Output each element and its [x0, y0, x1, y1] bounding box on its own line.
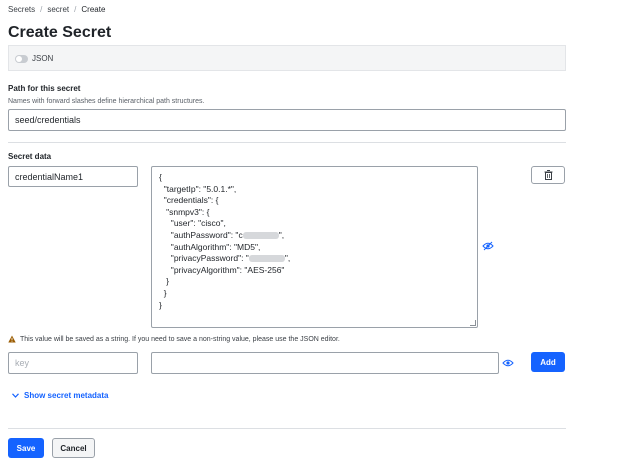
code-line: "targetIp": "5.0.1.*", — [159, 183, 237, 194]
warning-text: This value will be saved as a string. If… — [20, 335, 340, 343]
code-line: "privacyAlgorithm": "AES-256" — [159, 264, 285, 275]
json-toggle-label[interactable]: JSON — [32, 54, 53, 63]
code-line: } — [159, 276, 169, 287]
section-divider — [8, 142, 566, 143]
delete-row-button[interactable] — [531, 166, 565, 184]
code-line-suffix: ", — [284, 253, 291, 264]
secret-key-input[interactable]: credentialName1 — [8, 166, 138, 187]
warning-icon — [8, 335, 16, 343]
code-line-prefix: "authPassword": "c — [159, 229, 243, 240]
json-toggle[interactable] — [15, 55, 28, 63]
secret-data-label: Secret data — [8, 152, 52, 161]
breadcrumb-separator: / — [74, 5, 77, 14]
new-key-input[interactable]: key — [8, 352, 138, 374]
breadcrumb-current: Create — [81, 5, 106, 14]
textarea-resize-handle[interactable] — [470, 320, 476, 326]
footer-divider — [8, 428, 566, 429]
new-value-input[interactable] — [151, 352, 499, 374]
code-line: { — [159, 172, 162, 182]
code-line: "authPassword": "c ", — [159, 230, 477, 242]
page-title: Create Secret — [8, 24, 112, 41]
path-help-text: Names with forward slashes define hierar… — [8, 98, 205, 105]
code-line: "privacyPassword": " ", — [159, 253, 477, 265]
hide-value-icon[interactable] — [482, 241, 494, 251]
path-label: Path for this secret — [8, 84, 81, 93]
masked-password — [242, 232, 279, 240]
code-line-suffix: ", — [278, 229, 285, 240]
editor-toolbar: JSON — [8, 45, 566, 71]
delete-icon — [544, 170, 552, 180]
add-button[interactable]: Add — [531, 352, 565, 372]
breadcrumb: Secrets / secret / Create — [8, 5, 105, 14]
code-line: } — [159, 299, 162, 310]
show-metadata-link[interactable]: Show secret metadata — [12, 391, 108, 400]
code-line: "credentials": { — [159, 195, 219, 206]
code-line: "authAlgorithm": "MD5", — [159, 241, 261, 252]
path-input[interactable]: seed/credentials — [8, 109, 566, 131]
breadcrumb-secret[interactable]: secret — [47, 5, 69, 14]
reveal-eye-icon[interactable] — [502, 358, 514, 368]
masked-password — [248, 255, 285, 263]
code-line-prefix: "privacyPassword": " — [159, 253, 249, 264]
code-line: "snmpv3": { — [159, 206, 210, 217]
chevron-down-icon — [12, 393, 19, 398]
show-metadata-label[interactable]: Show secret metadata — [24, 391, 108, 400]
cancel-button[interactable]: Cancel — [52, 438, 95, 458]
code-line: } — [159, 287, 167, 298]
string-warning: This value will be saved as a string. If… — [8, 335, 340, 343]
code-line: "user": "cisco", — [159, 218, 226, 229]
breadcrumb-separator: / — [40, 5, 43, 14]
breadcrumb-secrets[interactable]: Secrets — [8, 5, 35, 14]
secret-value-textarea[interactable]: { "targetIp": "5.0.1.*", "credentials": … — [151, 166, 478, 328]
save-button[interactable]: Save — [8, 438, 44, 458]
